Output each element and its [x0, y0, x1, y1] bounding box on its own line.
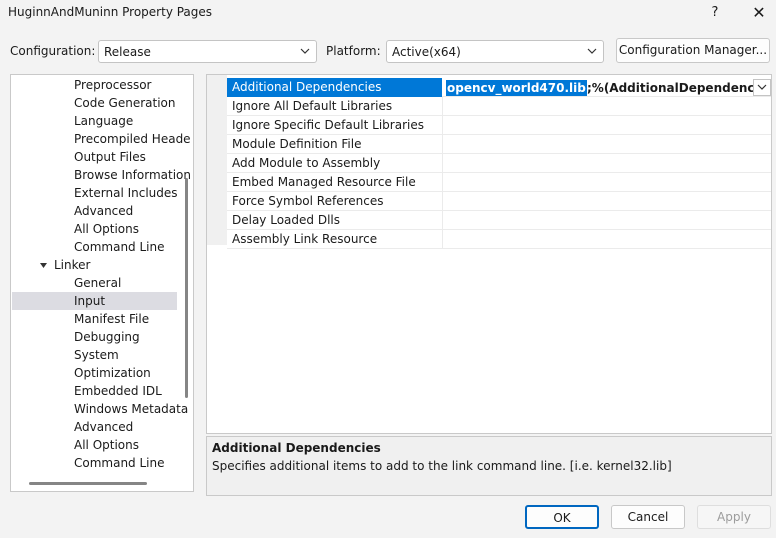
property-row-force-symbol-references[interactable]: Force Symbol References — [227, 192, 771, 211]
tree-item-windows-metadata[interactable]: Windows Metadata — [74, 400, 188, 418]
column-separator — [442, 97, 443, 116]
configuration-value: Release — [104, 45, 151, 59]
property-name: Ignore All Default Libraries — [232, 99, 393, 113]
help-button[interactable]: ? — [702, 2, 728, 24]
tree-item-advanced[interactable]: Advanced — [74, 202, 133, 220]
property-row-ignore-all-default-libraries[interactable]: Ignore All Default Libraries — [227, 97, 771, 116]
chevron-down-icon — [757, 84, 767, 90]
cancel-button[interactable]: Cancel — [611, 505, 685, 529]
configuration-dropdown[interactable]: Release — [98, 40, 317, 63]
tree-item-linker[interactable]: Linker — [54, 256, 90, 274]
tree-item-command-line[interactable]: Command Line — [74, 238, 165, 256]
tree-item-code-generation[interactable]: Code Generation — [74, 94, 175, 112]
column-separator — [442, 135, 443, 154]
tree-item-preprocessor[interactable]: Preprocessor — [74, 76, 151, 94]
property-name: Module Definition File — [232, 137, 362, 151]
description-title: Additional Dependencies — [212, 441, 381, 455]
column-separator — [442, 154, 443, 173]
window-title: HuginnAndMuninn Property Pages — [8, 5, 213, 19]
property-value-selected-text[interactable]: opencv_world470.lib — [446, 80, 587, 96]
chevron-down-icon — [300, 48, 310, 54]
tree-item-output-files[interactable]: Output Files — [74, 148, 146, 166]
property-value-text[interactable]: ;%(AdditionalDependencies) — [587, 80, 771, 96]
platform-value: Active(x64) — [392, 45, 461, 59]
column-separator — [442, 116, 443, 135]
tree-item-all-options[interactable]: All Options — [74, 220, 139, 238]
configuration-label: Configuration: — [10, 44, 96, 58]
property-name: Additional Dependencies — [232, 80, 382, 94]
tree-horizontal-scrollbar[interactable] — [29, 482, 147, 485]
chevron-down-icon — [587, 48, 597, 54]
ok-button[interactable]: OK — [525, 505, 599, 529]
tree-item-external-includes[interactable]: External Includes — [74, 184, 178, 202]
tree-vertical-scrollbar[interactable] — [185, 178, 188, 398]
property-name: Embed Managed Resource File — [232, 175, 416, 189]
property-name: Add Module to Assembly — [232, 156, 381, 170]
property-name: Delay Loaded Dlls — [232, 213, 340, 227]
property-row-add-module-to-assembly[interactable]: Add Module to Assembly — [227, 154, 771, 173]
tree-item-linker-all-options[interactable]: All Options — [74, 436, 139, 454]
expand-arrow-icon[interactable] — [39, 261, 48, 270]
value-dropdown-button[interactable] — [753, 79, 771, 96]
property-row-embed-managed-resource-file[interactable]: Embed Managed Resource File — [227, 173, 771, 192]
tree-item-debugging[interactable]: Debugging — [74, 328, 140, 346]
close-icon: ✕ — [752, 3, 766, 22]
tree-item-linker-input[interactable]: Input — [74, 292, 105, 310]
property-tree[interactable]: Preprocessor Code Generation Language Pr… — [10, 74, 194, 492]
platform-dropdown[interactable]: Active(x64) — [386, 40, 604, 63]
tree-item-precompiled-headers[interactable]: Precompiled Heade — [74, 130, 191, 148]
description-panel: Additional Dependencies Specifies additi… — [206, 436, 772, 496]
apply-button[interactable]: Apply — [697, 505, 771, 529]
property-grid[interactable]: Additional Dependencies opencv_world470.… — [206, 74, 772, 434]
configuration-manager-button[interactable]: Configuration Manager... — [616, 38, 770, 63]
property-row-assembly-link-resource[interactable]: Assembly Link Resource — [227, 230, 771, 249]
property-row-ignore-specific-default-libraries[interactable]: Ignore Specific Default Libraries — [227, 116, 771, 135]
property-row-delay-loaded-dlls[interactable]: Delay Loaded Dlls — [227, 211, 771, 230]
column-separator — [442, 173, 443, 192]
tree-item-linker-command-line[interactable]: Command Line — [74, 454, 165, 472]
tree-item-system[interactable]: System — [74, 346, 119, 364]
tree-item-linker-general[interactable]: General — [74, 274, 121, 292]
tree-item-optimization[interactable]: Optimization — [74, 364, 151, 382]
column-separator — [442, 192, 443, 211]
grid-gutter — [207, 75, 227, 245]
column-separator — [442, 211, 443, 230]
property-row-module-definition-file[interactable]: Module Definition File — [227, 135, 771, 154]
property-name: Assembly Link Resource — [232, 232, 378, 246]
column-separator — [442, 230, 443, 249]
property-name: Force Symbol References — [232, 194, 384, 208]
description-text: Specifies additional items to add to the… — [212, 459, 672, 473]
property-name: Ignore Specific Default Libraries — [232, 118, 424, 132]
tree-item-language[interactable]: Language — [74, 112, 133, 130]
tree-item-embedded-idl[interactable]: Embedded IDL — [74, 382, 162, 400]
close-button[interactable]: ✕ — [744, 1, 774, 25]
tree-item-linker-advanced[interactable]: Advanced — [74, 418, 133, 436]
tree-item-browse-information[interactable]: Browse Information — [74, 166, 191, 184]
property-row-additional-dependencies[interactable]: Additional Dependencies opencv_world470.… — [227, 78, 771, 97]
platform-label: Platform: — [326, 44, 381, 58]
tree-item-manifest-file[interactable]: Manifest File — [74, 310, 149, 328]
